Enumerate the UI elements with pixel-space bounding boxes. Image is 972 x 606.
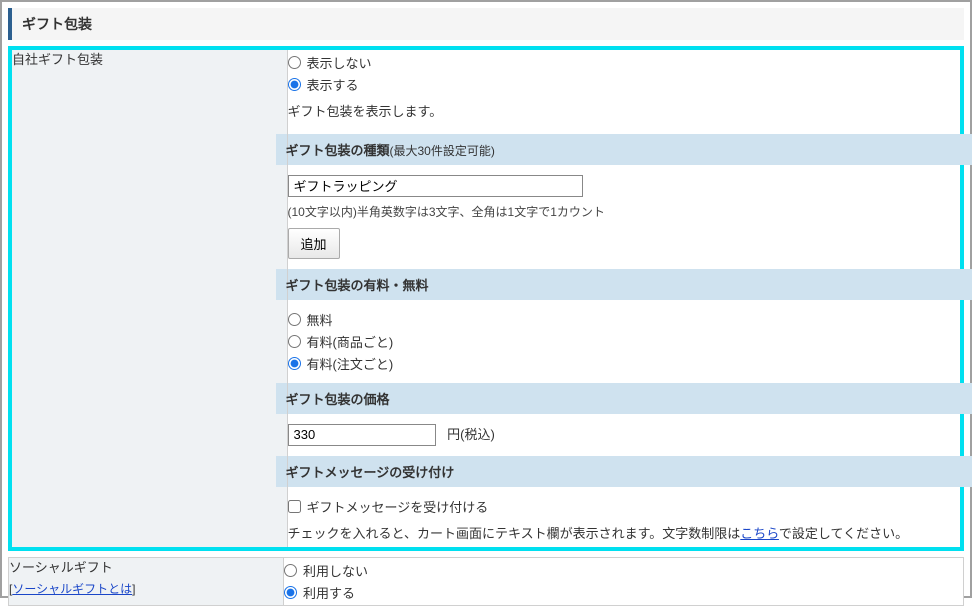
social-gift-label: ソーシャルギフト bbox=[9, 558, 283, 578]
display-hide-label: 表示しない bbox=[307, 53, 372, 72]
highlight-box: 自社ギフト包装 表示しない 表示する ギフト包装を表示します。 ギフト包装の bbox=[8, 46, 964, 551]
add-button[interactable]: 追加 bbox=[288, 228, 340, 259]
fee-per-order-radio[interactable] bbox=[288, 357, 301, 370]
char-limit-link[interactable]: こちら bbox=[740, 526, 779, 541]
display-hide-radio[interactable] bbox=[288, 56, 301, 69]
social-enable-radio[interactable] bbox=[284, 586, 297, 599]
fee-free-radio[interactable] bbox=[288, 313, 301, 326]
social-gift-sublink-wrap: [ソーシャルギフトとは] bbox=[9, 580, 283, 598]
gift-price-header: ギフト包装の価格 bbox=[276, 383, 972, 414]
fee-free-label: 無料 bbox=[307, 310, 333, 329]
gift-fee-header: ギフト包装の有料・無料 bbox=[276, 269, 972, 300]
social-gift-content: 利用しない 利用する bbox=[284, 558, 964, 606]
gift-message-header: ギフトメッセージの受け付け bbox=[276, 456, 972, 487]
social-gift-label-cell: ソーシャルギフト [ソーシャルギフトとは] bbox=[9, 558, 284, 606]
own-gift-wrap-label: 自社ギフト包装 bbox=[12, 50, 287, 547]
fee-per-order-label: 有料(注文ごと) bbox=[307, 354, 394, 373]
social-enable-label: 利用する bbox=[303, 583, 355, 602]
display-show-radio[interactable] bbox=[288, 78, 301, 91]
social-disable-radio[interactable] bbox=[284, 564, 297, 577]
social-gift-what-link[interactable]: ソーシャルギフトとは bbox=[12, 582, 132, 596]
gift-type-hint: (10文字以内)半角英数字は3文字、全角は1文字で1カウント bbox=[288, 203, 961, 220]
price-unit: 円(税込) bbox=[447, 427, 495, 442]
social-disable-label: 利用しない bbox=[303, 561, 368, 580]
gift-message-check-label: ギフトメッセージを受け付ける bbox=[307, 497, 489, 516]
fee-per-item-radio[interactable] bbox=[288, 335, 301, 348]
display-note: ギフト包装を表示します。 bbox=[288, 102, 961, 122]
gift-type-input[interactable] bbox=[288, 175, 583, 197]
section-title: ギフト包装 bbox=[8, 8, 964, 40]
gift-message-note: チェックを入れると、カート画面にテキスト欄が表示されます。文字数制限はこちらで設… bbox=[288, 524, 961, 544]
fee-per-item-label: 有料(商品ごと) bbox=[307, 332, 394, 351]
gift-price-input[interactable] bbox=[288, 424, 436, 446]
own-gift-wrap-content: 表示しない 表示する ギフト包装を表示します。 ギフト包装の種類(最大30件設定… bbox=[287, 50, 960, 547]
gift-type-header: ギフト包装の種類(最大30件設定可能) bbox=[276, 134, 972, 165]
gift-message-checkbox[interactable] bbox=[288, 500, 301, 513]
display-show-label: 表示する bbox=[307, 75, 359, 94]
